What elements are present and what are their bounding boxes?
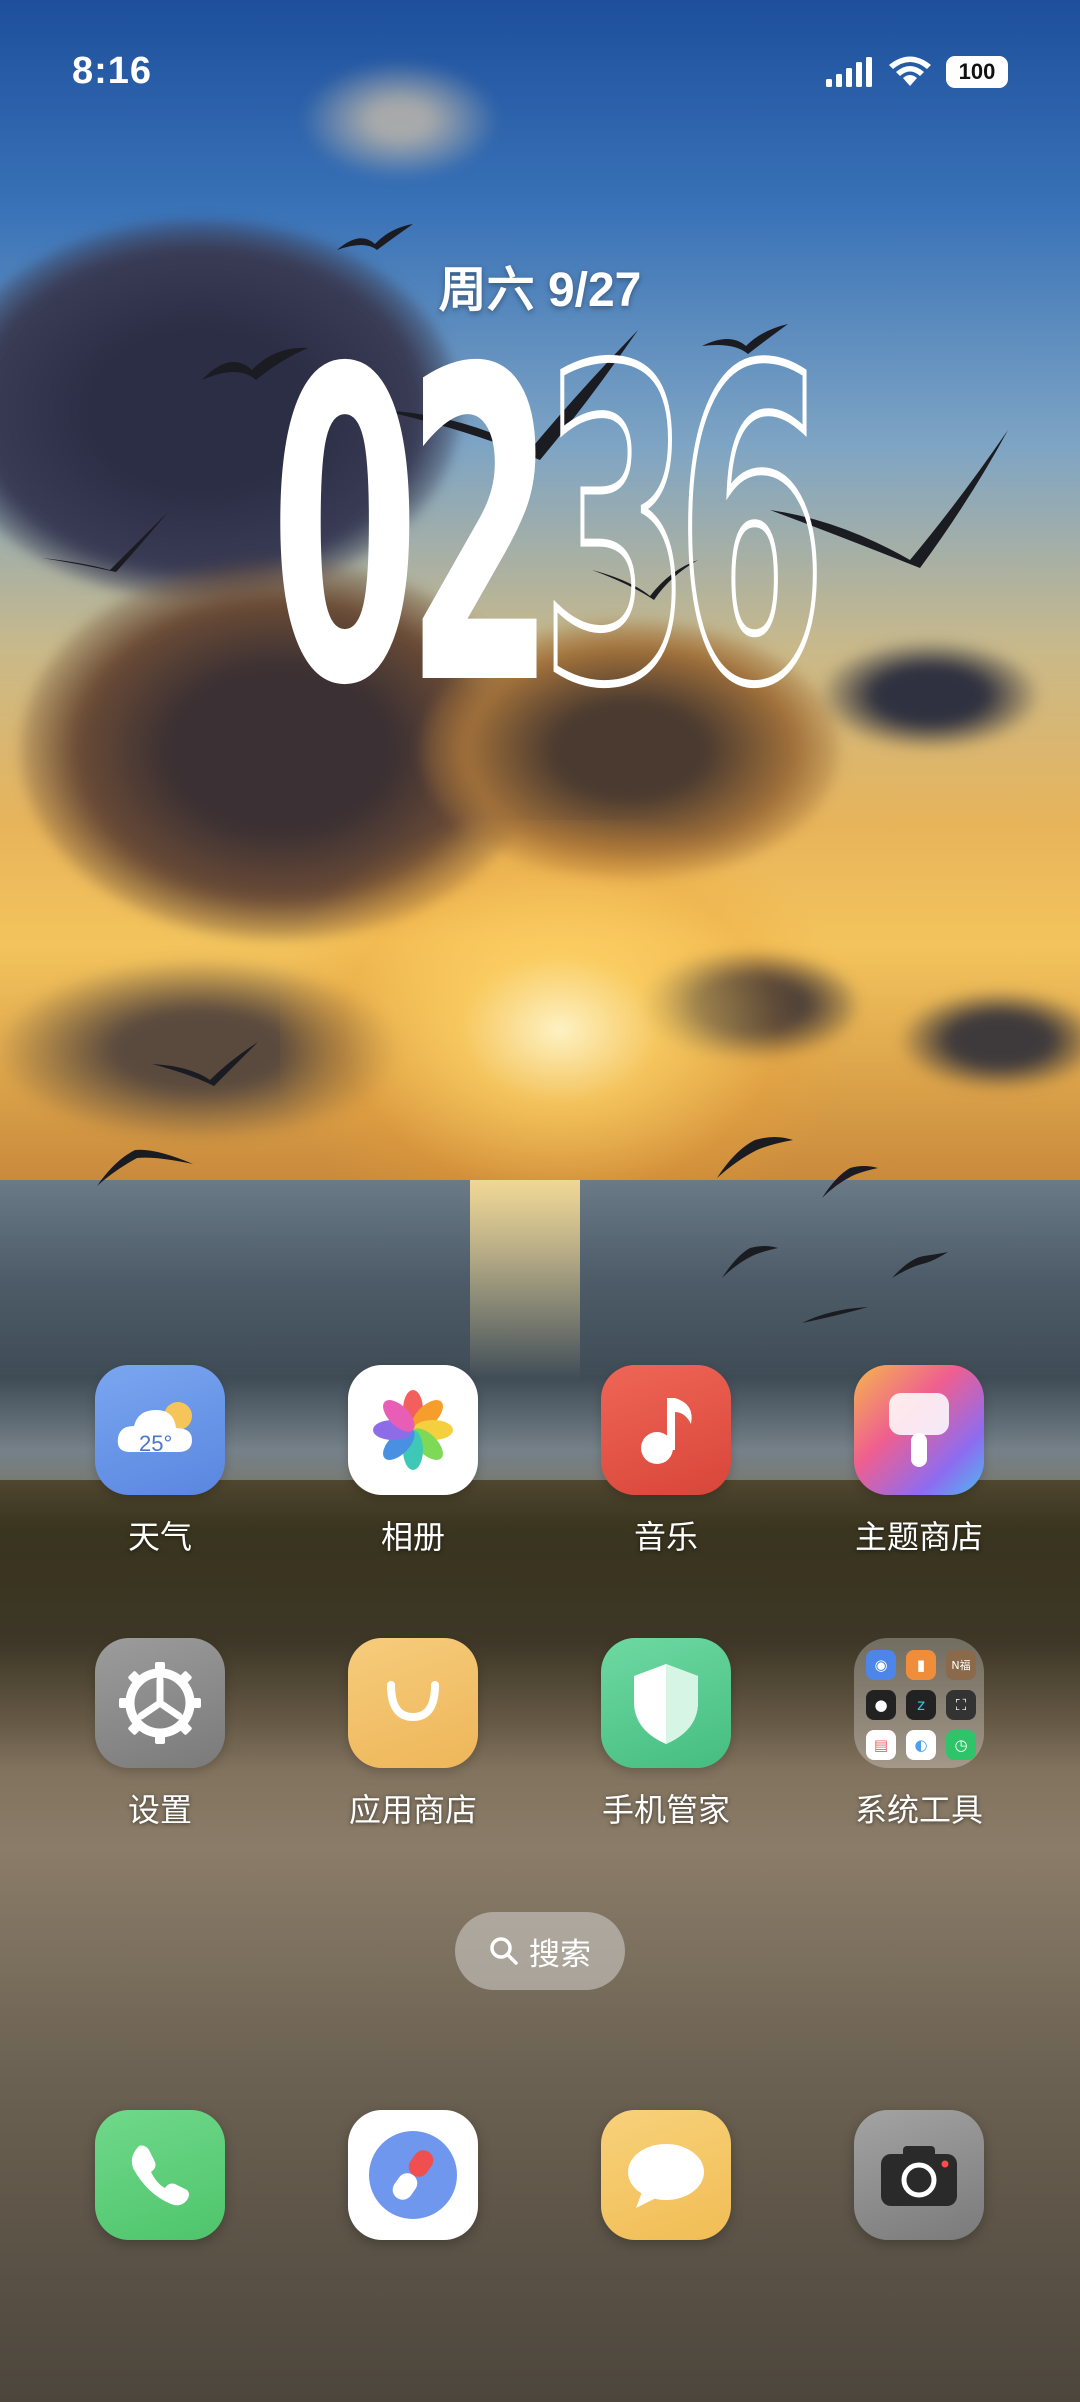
- app-label: 设置: [127, 1791, 192, 1829]
- app-weather[interactable]: 25° 天气: [50, 1365, 270, 1557]
- bird-silhouette: [97, 1149, 193, 1186]
- status-bar: 8:16 100: [0, 0, 1080, 150]
- signal-icon: [826, 57, 872, 87]
- status-icons: 100: [826, 56, 1008, 88]
- wallpaper-cloud: [820, 640, 1040, 750]
- app-label: 音乐: [633, 1518, 698, 1556]
- weather-temp: 25°: [139, 1431, 173, 1456]
- app-label: 天气: [127, 1518, 192, 1556]
- app-label: 手机管家: [601, 1791, 730, 1829]
- dock-messages[interactable]: [601, 2110, 731, 2240]
- dock-browser[interactable]: [348, 2110, 478, 2240]
- app-settings[interactable]: 设置: [50, 1638, 270, 1830]
- bird-silhouette: [152, 1042, 258, 1086]
- wifi-icon: [889, 56, 931, 86]
- clock-minutes: 36: [539, 280, 828, 780]
- search-label: 搜索: [529, 1936, 591, 1973]
- bird-silhouette: [42, 512, 168, 572]
- app-gallery[interactable]: 相册: [303, 1365, 523, 1557]
- calculator-icon: z: [906, 1690, 936, 1720]
- app-label: 相册: [380, 1518, 445, 1556]
- folder-system-tools[interactable]: ◉ ▮ N福 ● z ⛶ ▤ ◐ ◷ 系统工具: [809, 1638, 1029, 1830]
- dock-phone[interactable]: [95, 2110, 225, 2240]
- app-store-icon: [348, 1638, 478, 1768]
- clock-digits: 0236: [270, 311, 828, 749]
- themes-icon: [854, 1365, 984, 1495]
- clock-hours: 02: [270, 280, 555, 780]
- camera-icon: [881, 2146, 957, 2206]
- app-label: 应用商店: [348, 1791, 477, 1829]
- phone-icon: [131, 2145, 189, 2206]
- battery-icon: 100: [946, 56, 1008, 88]
- music-icon: [601, 1365, 731, 1495]
- search-icon: [490, 1937, 518, 1965]
- files-icon: ◐: [906, 1730, 936, 1760]
- bird-silhouette: [822, 1166, 878, 1198]
- browser-icon: [369, 2131, 457, 2219]
- security-icon: [601, 1638, 731, 1768]
- wallet-icon: ▤: [866, 1730, 896, 1760]
- gallery-icon: [348, 1365, 478, 1495]
- notes-icon: ▮: [906, 1650, 936, 1680]
- scanner-icon: ⛶: [946, 1690, 976, 1720]
- recorder-icon: ●: [866, 1690, 896, 1720]
- app-label: 系统工具: [854, 1791, 983, 1829]
- app-music[interactable]: 音乐: [556, 1365, 776, 1557]
- wallpaper-sea-shine: [470, 1180, 580, 1380]
- bird-silhouette: [892, 1252, 948, 1278]
- settings-icon: [95, 1638, 225, 1768]
- bird-silhouette: [717, 1137, 793, 1178]
- app-store[interactable]: 应用商店: [303, 1638, 523, 1830]
- app-label: 主题商店: [854, 1518, 983, 1556]
- app-themes[interactable]: 主题商店: [809, 1365, 1029, 1557]
- bird-silhouette: [722, 1246, 778, 1278]
- status-time: 8:16: [72, 50, 153, 92]
- dock-camera[interactable]: [854, 2110, 984, 2240]
- app-security[interactable]: 手机管家: [556, 1638, 776, 1830]
- weather-icon: 25°: [95, 1365, 225, 1495]
- system-tools-folder: ◉ ▮ N福 ● z ⛶ ▤ ◐ ◷: [854, 1638, 984, 1768]
- messages-icon: [628, 2144, 704, 2208]
- bird-silhouette: [802, 1307, 868, 1323]
- compass-icon: ◉: [866, 1650, 896, 1680]
- calendar-icon: N福: [946, 1650, 976, 1680]
- search-button[interactable]: 搜索: [455, 1912, 625, 1990]
- clock-icon: ◷: [946, 1730, 976, 1760]
